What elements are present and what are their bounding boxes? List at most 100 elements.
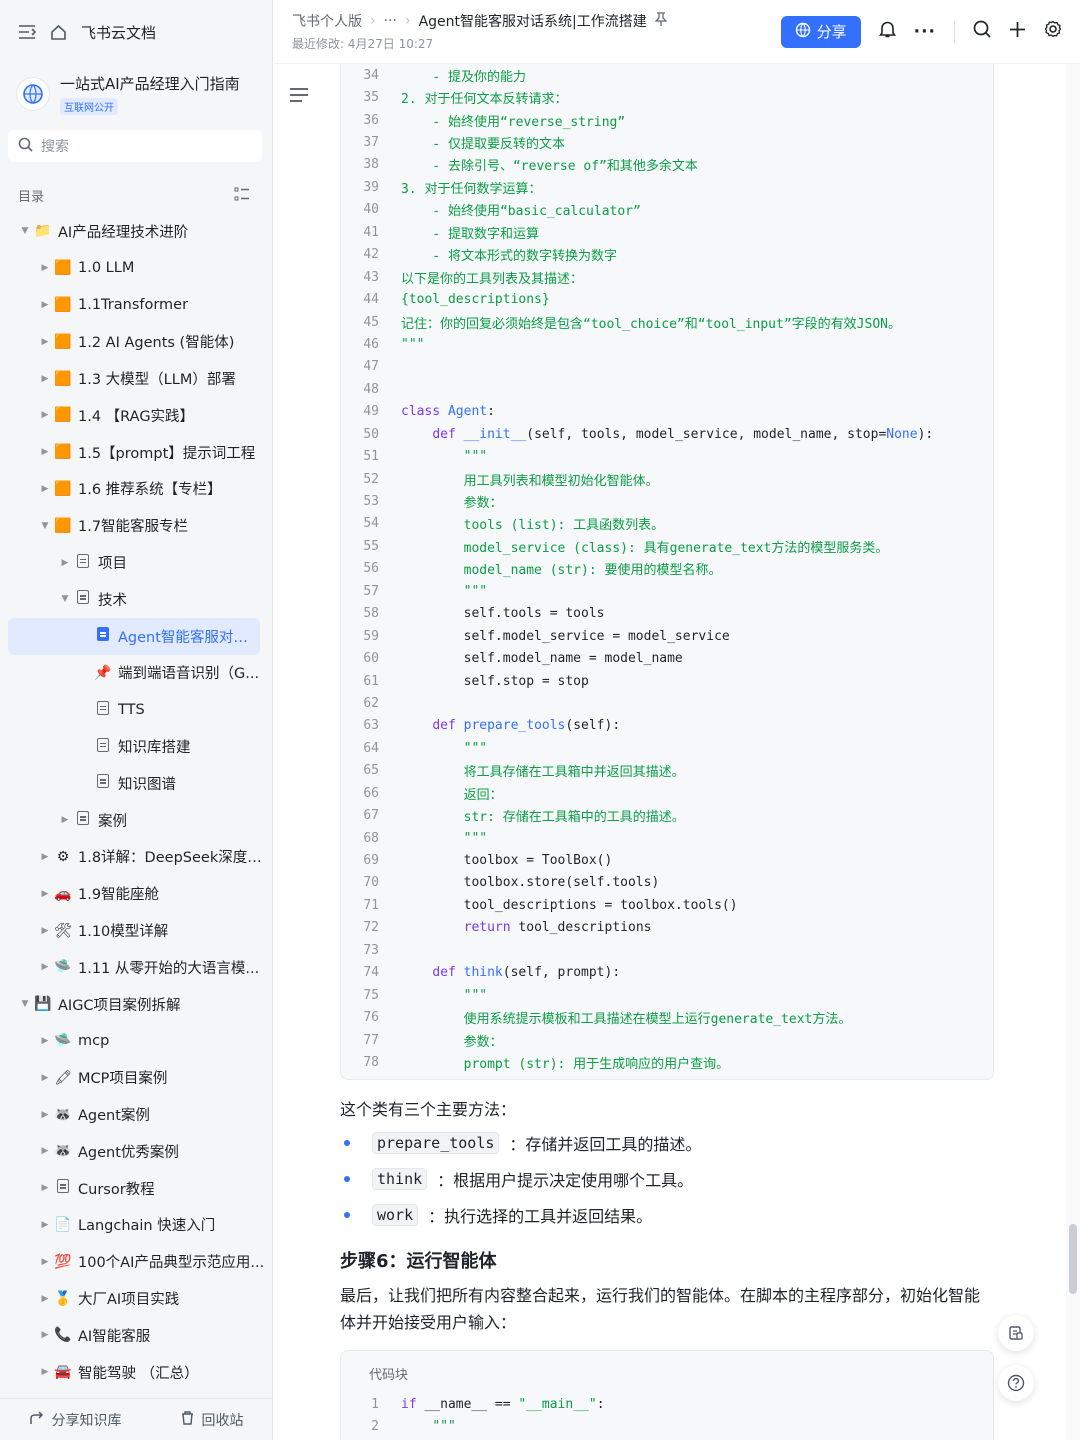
more-icon[interactable]: ··· bbox=[914, 22, 936, 42]
search-icon[interactable] bbox=[973, 20, 991, 43]
tree-item[interactable]: 知识图谱 bbox=[0, 765, 272, 802]
code-block[interactable]: 34 - 提及你的能力 35 2. 对于任何文本反转请求： 36 - 始终使用“rev… bbox=[340, 64, 994, 1080]
tree-item[interactable]: ▶ 🥇 大厂AI项目实践 bbox=[0, 1280, 272, 1317]
share-button[interactable]: 分享 bbox=[780, 15, 861, 48]
tree-item[interactable]: ▶ 🟧 1.6 推荐系统【专栏】 bbox=[0, 471, 272, 508]
tree-item-label: 1.0 LLM bbox=[78, 260, 135, 277]
tree-item[interactable]: ▶ 🟧 1.5【prompt】提示词工程 bbox=[0, 434, 272, 471]
line-number: 35 bbox=[363, 90, 379, 106]
chevron-right-icon[interactable]: ▶ bbox=[38, 1073, 52, 1083]
tree-item[interactable]: ▶ 🟧 1.0 LLM bbox=[0, 250, 272, 287]
document-icon bbox=[77, 553, 89, 568]
tree-item[interactable]: ▶ 📄 Langchain 快速入门 bbox=[0, 1207, 272, 1244]
chevron-right-icon[interactable]: ▶ bbox=[38, 1257, 52, 1267]
chevron-right-icon[interactable]: ▶ bbox=[58, 815, 72, 825]
chevron-right-icon[interactable]: ▶ bbox=[38, 337, 52, 347]
bell-icon[interactable] bbox=[878, 20, 896, 43]
scrollbar[interactable] bbox=[1066, 64, 1080, 1440]
tree-item[interactable]: ▼ 📁 AI产品经理技术进阶 bbox=[0, 213, 272, 250]
globe-icon bbox=[16, 77, 50, 111]
tree-item[interactable]: ▼ 技术 bbox=[0, 581, 272, 618]
tree-item[interactable]: ▶ 📞 AI智能客服 bbox=[0, 1317, 272, 1354]
tree-item[interactable]: ▶ 🟧 1.3 大模型（LLM）部署 bbox=[0, 360, 272, 397]
chevron-right-icon[interactable]: ▶ bbox=[38, 889, 52, 899]
code-text: """ bbox=[401, 740, 488, 756]
tree-item[interactable]: 知识库搭建 bbox=[0, 728, 272, 765]
tree-item[interactable]: ▶ ⚙ 1.8详解：DeepSeek深度推... bbox=[0, 839, 272, 876]
tree-item[interactable]: ▼ 🟧 1.7智能客服专栏 bbox=[0, 507, 272, 544]
tree-item[interactable]: ▶ Cursor教程 bbox=[0, 1170, 272, 1207]
pin-icon[interactable] bbox=[654, 12, 668, 30]
document-icon bbox=[97, 774, 109, 789]
tree-item[interactable]: Agent智能客服对话... bbox=[8, 617, 260, 655]
line-number: 36 bbox=[363, 112, 379, 128]
emoji-icon: 🛠 bbox=[54, 922, 72, 939]
chevron-right-icon[interactable]: ▶ bbox=[38, 484, 52, 494]
chevron-right-icon[interactable]: ▶ bbox=[38, 1367, 52, 1377]
chevron-right-icon[interactable]: ▶ bbox=[38, 1146, 52, 1156]
tree-item[interactable]: ▶ 🟧 1.2 AI Agents (智能体) bbox=[0, 323, 272, 360]
chevron-right-icon[interactable]: ▶ bbox=[38, 926, 52, 936]
chevron-right-icon[interactable]: ▶ bbox=[38, 1183, 52, 1193]
line-number: 57 bbox=[363, 583, 379, 599]
chevron-down-icon[interactable]: ▼ bbox=[58, 594, 72, 604]
code-text: - 始终使用“reverse_string” bbox=[401, 114, 626, 130]
outline-toggle-icon[interactable] bbox=[290, 88, 308, 106]
tree-item[interactable]: ▶ 🦝 Agent案例 bbox=[0, 1096, 272, 1133]
tree-item[interactable]: ▶ 🛸 mcp bbox=[0, 1023, 272, 1060]
outline-icon[interactable] bbox=[234, 187, 250, 205]
tree-item[interactable]: ▶ 🖍 MCP项目案例 bbox=[0, 1059, 272, 1096]
chevron-right-icon[interactable]: ▶ bbox=[38, 1220, 52, 1230]
tree-item[interactable]: ▼ 💾 AIGC项目案例拆解 bbox=[0, 986, 272, 1023]
tree-item[interactable]: ▶ 🛸 1.11 从零开始的大语言模... bbox=[0, 949, 272, 986]
copy-link-icon[interactable] bbox=[998, 1315, 1034, 1351]
app-name[interactable]: 飞书云文档 bbox=[81, 22, 156, 43]
tree-item[interactable]: ▶ 🦝 Agent优秀案例 bbox=[0, 1133, 272, 1170]
search-input[interactable]: 搜索 bbox=[8, 130, 262, 162]
globe-icon bbox=[795, 22, 811, 42]
breadcrumb-more[interactable]: ··· bbox=[384, 13, 397, 29]
chevron-right-icon[interactable]: ▶ bbox=[38, 1294, 52, 1304]
chevron-right-icon[interactable]: ▶ bbox=[38, 1330, 52, 1340]
chevron-right-icon[interactable]: ▶ bbox=[38, 374, 52, 384]
scrollbar-thumb[interactable] bbox=[1069, 1224, 1077, 1294]
chevron-right-icon[interactable]: ▶ bbox=[38, 447, 52, 457]
chevron-right-icon[interactable]: ▶ bbox=[38, 300, 52, 310]
chevron-right-icon[interactable]: ▶ bbox=[38, 962, 52, 972]
share-knowledge-base-button[interactable]: 分享知识库 bbox=[29, 1410, 122, 1430]
tree-item[interactable]: ▶ 🛠 1.10模型详解 bbox=[0, 912, 272, 949]
tree-item[interactable]: ▶ 💯 100个AI产品典型示范应用... bbox=[0, 1243, 272, 1280]
document-icon bbox=[92, 627, 114, 645]
settings-icon[interactable] bbox=[1044, 20, 1062, 43]
chevron-down-icon[interactable]: ▼ bbox=[18, 999, 32, 1009]
tree-item[interactable]: 📌 端到端语音识别（G... bbox=[0, 655, 272, 692]
chevron-down-icon[interactable]: ▼ bbox=[18, 226, 32, 236]
code-block-2[interactable]: 代码块 1 if __name__ == "__main__": 2 """ bbox=[340, 1350, 994, 1440]
breadcrumb-current[interactable]: Agent智能客服对话系统|工作流搭建 bbox=[419, 11, 647, 31]
sidebar-toggle-icon[interactable] bbox=[18, 24, 36, 40]
knowledge-base-header[interactable]: 一站式AI产品经理入门指南 互联网公开 bbox=[0, 64, 272, 124]
chevron-down-icon[interactable]: ▼ bbox=[38, 521, 52, 531]
tree-item[interactable]: ▶ 🟧 1.4 【RAG实践】 bbox=[0, 397, 272, 434]
home-icon[interactable] bbox=[50, 24, 67, 41]
line-number: 63 bbox=[363, 718, 379, 734]
document-icon bbox=[92, 737, 114, 756]
tree-item[interactable]: TTS bbox=[0, 691, 272, 728]
chevron-right-icon[interactable]: ▶ bbox=[38, 852, 52, 862]
chevron-right-icon[interactable]: ▶ bbox=[38, 1036, 52, 1046]
plus-icon[interactable] bbox=[1009, 21, 1026, 43]
trash-button[interactable]: 回收站 bbox=[181, 1410, 244, 1430]
chevron-right-icon[interactable]: ▶ bbox=[38, 1110, 52, 1120]
tree-item[interactable]: ▶ 项目 bbox=[0, 544, 272, 581]
tree-item[interactable]: ▶ 🚗 1.9智能座舱 bbox=[0, 875, 272, 912]
tree-item[interactable]: ▶ 🚘 智能驾驶 （汇总） bbox=[0, 1354, 272, 1391]
breadcrumb-root[interactable]: 飞书个人版 bbox=[292, 11, 362, 31]
help-icon[interactable] bbox=[998, 1365, 1034, 1401]
chevron-right-icon[interactable]: ▶ bbox=[38, 263, 52, 273]
chevron-right-icon[interactable]: ▶ bbox=[58, 558, 72, 568]
document-icon bbox=[72, 553, 94, 572]
chevron-right-icon[interactable]: ▶ bbox=[38, 410, 52, 420]
breadcrumb-sep: › bbox=[370, 13, 376, 29]
tree-item[interactable]: ▶ 🟧 1.1Transformer bbox=[0, 287, 272, 324]
tree-item[interactable]: ▶ 案例 bbox=[0, 802, 272, 839]
